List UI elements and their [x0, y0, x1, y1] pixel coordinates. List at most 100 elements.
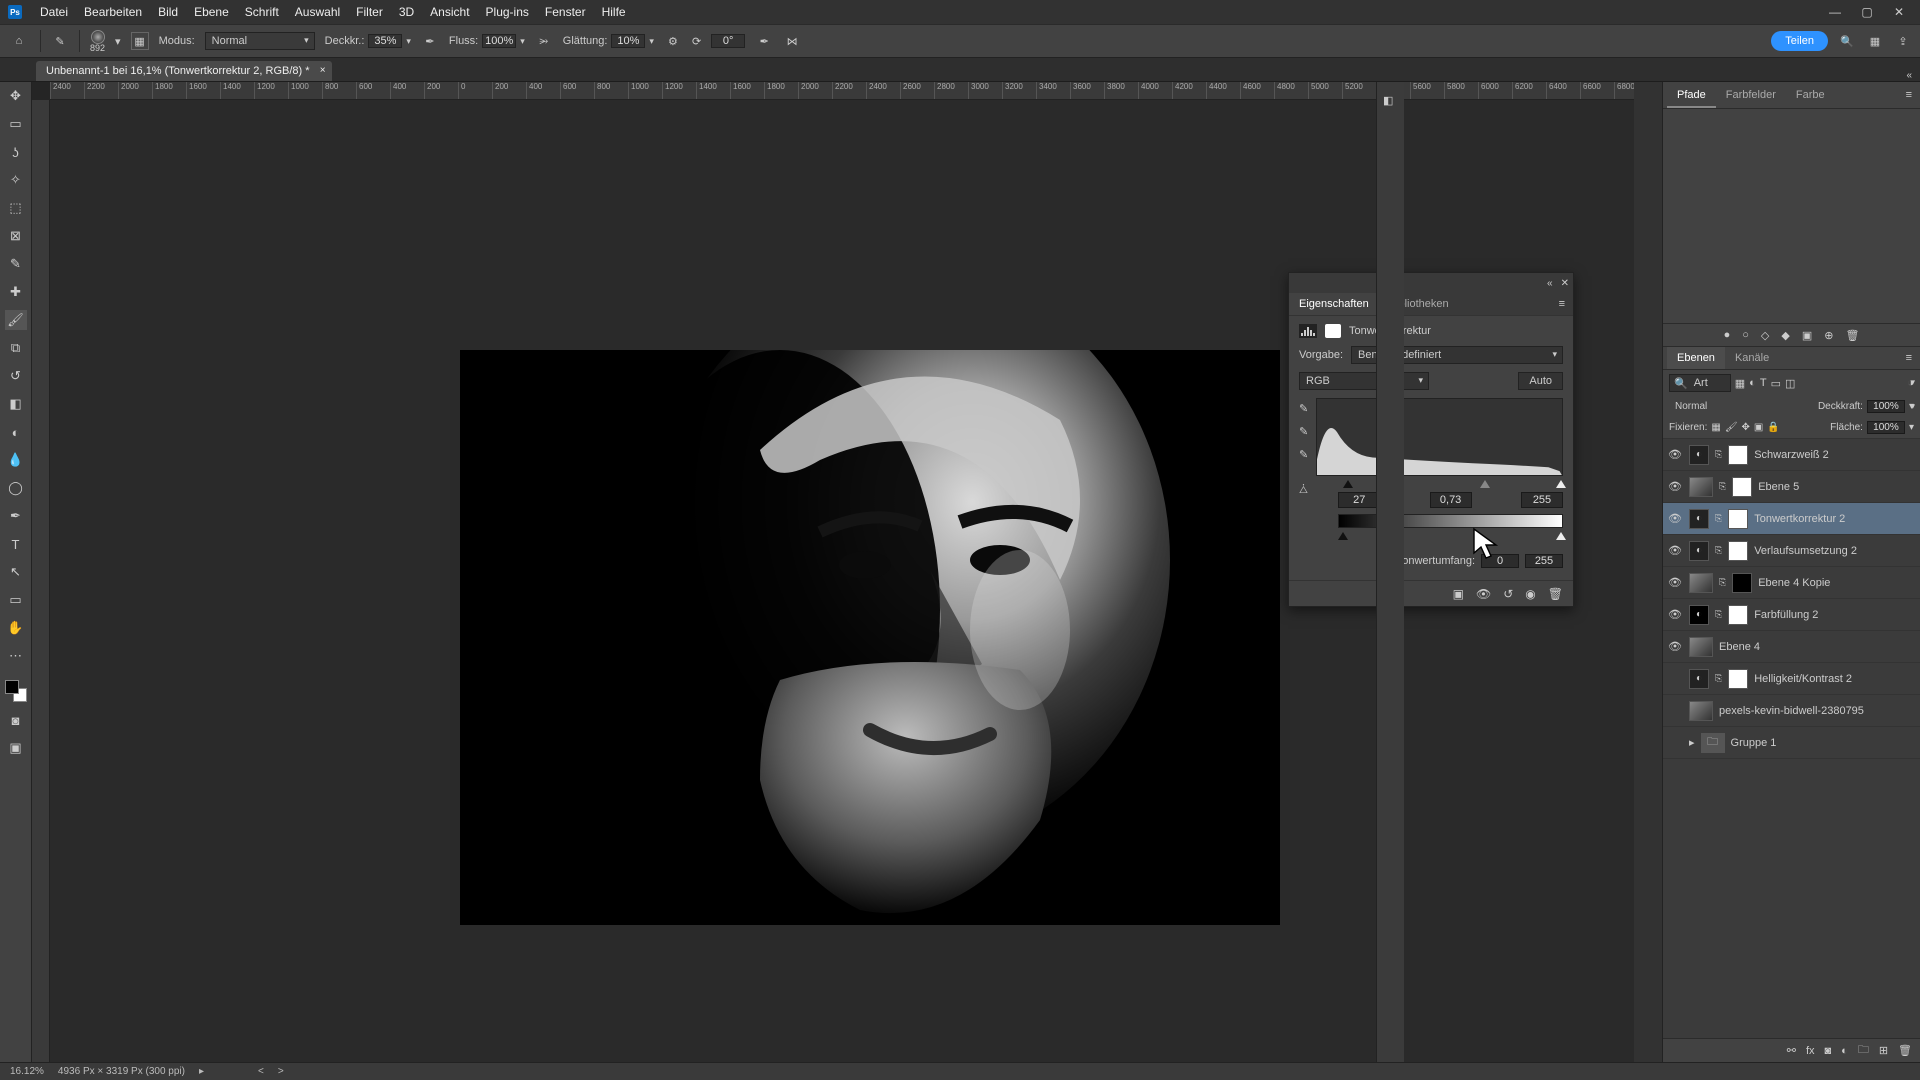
tab-pfade[interactable]: Pfade: [1667, 84, 1716, 108]
layer-mask-thumb[interactable]: [1728, 445, 1748, 465]
panel-titlebar[interactable]: « ✕: [1289, 273, 1573, 293]
input-black-field[interactable]: [1338, 492, 1380, 508]
output-white-field[interactable]: [1525, 554, 1563, 568]
more-tools-icon[interactable]: ⋯: [5, 646, 27, 666]
input-slider[interactable]: [1338, 480, 1563, 490]
output-white-handle[interactable]: [1556, 532, 1566, 540]
layer-mask-thumb[interactable]: [1728, 669, 1748, 689]
menu-schrift[interactable]: Schrift: [237, 5, 287, 19]
angle-input[interactable]: [711, 34, 745, 48]
link-layers-icon[interactable]: ⚯: [1787, 1044, 1796, 1057]
visibility-icon[interactable]: 👁: [1667, 640, 1683, 653]
filter-smart-icon[interactable]: ◫: [1785, 377, 1795, 390]
pressure-opacity-icon[interactable]: ✒: [421, 32, 439, 50]
layer-row[interactable]: 👁◐⎘Schwarzweiß 2: [1663, 439, 1920, 471]
eyedropper-tool-icon[interactable]: ✎: [5, 254, 27, 274]
collapsed-panel-strip[interactable]: ◧: [1376, 82, 1404, 1062]
adjustment-thumb[interactable]: ◐: [1689, 605, 1709, 625]
layer-row[interactable]: 👁⎘Ebene 4 Kopie: [1663, 567, 1920, 599]
black-point-handle[interactable]: [1343, 480, 1353, 488]
layer-thumb[interactable]: [1689, 701, 1713, 721]
flow-dropdown-icon[interactable]: [520, 35, 525, 47]
output-black-field[interactable]: [1481, 554, 1519, 568]
layer-name[interactable]: Ebene 4 Kopie: [1758, 577, 1830, 589]
close-icon[interactable]: ✕: [1892, 5, 1906, 19]
delete-layer-icon[interactable]: 🗑: [1898, 1044, 1912, 1057]
layer-mask-thumb[interactable]: [1728, 509, 1748, 529]
lock-artboard-icon[interactable]: ▣: [1754, 422, 1763, 433]
workspace-icon[interactable]: ▦: [1866, 32, 1884, 50]
quickmask-icon[interactable]: ◙: [5, 710, 27, 730]
home-icon[interactable]: ⌂: [8, 30, 30, 52]
properties-panel[interactable]: « ✕ Eigenschaften Bibliotheken ≡ Tonwert…: [1288, 272, 1574, 607]
panel-menu-icon[interactable]: ≡: [1551, 293, 1573, 315]
blend-mode-select[interactable]: Normal: [205, 32, 315, 50]
layer-row[interactable]: 👁◐⎘Tonwertkorrektur 2: [1663, 503, 1920, 535]
layer-name[interactable]: Schwarzweiß 2: [1754, 449, 1829, 461]
layer-row[interactable]: 👁◐⎘Verlaufsumsetzung 2: [1663, 535, 1920, 567]
toggle-visibility-icon[interactable]: ◉: [1525, 587, 1535, 601]
pen-tool-icon[interactable]: ✒: [5, 506, 27, 526]
adjustment-thumb[interactable]: ◐: [1689, 541, 1709, 561]
layer-name[interactable]: Helligkeit/Kontrast 2: [1754, 673, 1852, 685]
reset-icon[interactable]: ↺: [1503, 587, 1513, 601]
paths-panel-body[interactable]: [1663, 109, 1920, 323]
blur-tool-icon[interactable]: 💧: [5, 450, 27, 470]
path-to-selection-icon[interactable]: ◇: [1761, 329, 1769, 342]
move-tool-icon[interactable]: ✥: [5, 86, 27, 106]
link-icon[interactable]: ⎘: [1719, 481, 1726, 492]
new-layer-icon[interactable]: ⊞: [1879, 1044, 1888, 1057]
stroke-path-icon[interactable]: ○: [1742, 329, 1749, 341]
layer-row[interactable]: 👁Ebene 4: [1663, 631, 1920, 663]
clip-icon[interactable]: ⧊: [1299, 485, 1308, 496]
document-tab[interactable]: Unbenannt-1 bei 16,1% (Tonwertkorrektur …: [36, 61, 332, 81]
adjustment-thumb[interactable]: ◐: [1689, 509, 1709, 529]
opacity-input[interactable]: [368, 34, 402, 48]
layer-name[interactable]: Tonwertkorrektur 2: [1754, 513, 1845, 525]
tab-eigenschaften[interactable]: Eigenschaften: [1289, 293, 1379, 315]
lock-paint-icon[interactable]: 🖌: [1725, 422, 1738, 433]
menu-fenster[interactable]: Fenster: [537, 5, 594, 19]
input-gamma-field[interactable]: [1430, 492, 1472, 508]
visibility-icon[interactable]: 👁: [1667, 608, 1683, 621]
menu-bild[interactable]: Bild: [150, 5, 186, 19]
foreground-swatch[interactable]: [5, 680, 19, 694]
zoom-readout[interactable]: 16.12%: [10, 1066, 44, 1077]
make-workpath-icon[interactable]: ◆: [1781, 329, 1789, 342]
layer-filter-select[interactable]: Art: [1688, 376, 1726, 390]
layer-name[interactable]: Farbfüllung 2: [1754, 609, 1818, 621]
adjustment-thumb[interactable]: ◐: [1689, 445, 1709, 465]
history-brush-icon[interactable]: ↺: [5, 366, 27, 386]
visibility-icon[interactable]: 👁: [1667, 480, 1683, 493]
brush-panel-icon[interactable]: ▦: [131, 32, 149, 50]
link-icon[interactable]: ⎘: [1715, 545, 1722, 556]
layer-row[interactable]: ▸🗀Gruppe 1: [1663, 727, 1920, 759]
layer-fx-icon[interactable]: fx: [1806, 1045, 1815, 1057]
smoothing-gear-icon[interactable]: ⚙: [664, 32, 682, 50]
visibility-icon[interactable]: 👁: [1667, 512, 1683, 525]
new-group-icon[interactable]: 🗀: [1858, 1041, 1869, 1060]
auto-button[interactable]: Auto: [1518, 372, 1563, 390]
stamp-tool-icon[interactable]: ⧉: [5, 338, 27, 358]
tab-farbe[interactable]: Farbe: [1786, 84, 1835, 108]
wand-tool-icon[interactable]: ✧: [5, 170, 27, 190]
layer-mask-icon[interactable]: ◙: [1825, 1045, 1832, 1057]
input-white-field[interactable]: [1521, 492, 1563, 508]
marquee-tool-icon[interactable]: ▭: [5, 114, 27, 134]
panel-close-icon[interactable]: ✕: [1561, 278, 1569, 289]
export-icon[interactable]: ⇪: [1894, 32, 1912, 50]
airbrush-icon[interactable]: ⭃: [535, 32, 553, 50]
menu-hilfe[interactable]: Hilfe: [594, 5, 634, 19]
menu-plugins[interactable]: Plug-ins: [478, 5, 537, 19]
filter-adjust-icon[interactable]: ◐: [1749, 377, 1756, 389]
visibility-icon[interactable]: 👁: [1667, 544, 1683, 557]
fill-input[interactable]: [1867, 421, 1905, 434]
adjustment-thumb[interactable]: ◐: [1689, 669, 1709, 689]
layer-mask-thumb[interactable]: [1728, 605, 1748, 625]
layers-list[interactable]: 👁◐⎘Schwarzweiß 2👁⎘Ebene 5👁◐⎘Tonwertkorre…: [1663, 439, 1920, 1038]
layer-row[interactable]: 👁⎘Ebene 5: [1663, 471, 1920, 503]
eyedropper-black-icon[interactable]: ✎: [1299, 402, 1308, 415]
histogram[interactable]: [1316, 398, 1563, 476]
color-swatches[interactable]: [5, 680, 27, 702]
link-icon[interactable]: ⎘: [1719, 577, 1726, 588]
